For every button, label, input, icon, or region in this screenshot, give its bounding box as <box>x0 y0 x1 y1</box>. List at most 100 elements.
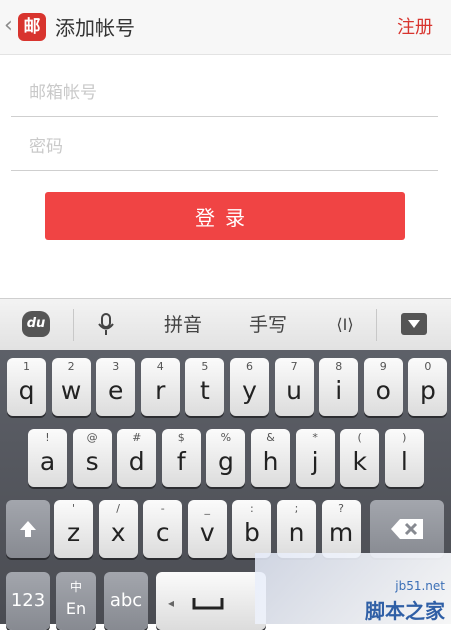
key-primary-label: y <box>242 376 257 405</box>
key-secondary-label: & <box>266 431 275 444</box>
key-secondary-label: 3 <box>112 360 120 373</box>
key-secondary-label: @ <box>86 431 98 444</box>
key-c[interactable]: -c <box>143 500 183 558</box>
key-v[interactable]: _ v <box>187 500 227 558</box>
key-g[interactable]: % g <box>206 429 246 487</box>
key-x[interactable]: / x <box>98 500 138 558</box>
key-z[interactable]: ' z <box>54 500 93 558</box>
key-primary-label: p <box>419 376 436 405</box>
key-primary-label: e <box>107 376 124 405</box>
register-link[interactable]: 注册 <box>397 14 433 42</box>
key-primary-label: b <box>243 518 260 547</box>
key-u[interactable]: 7u <box>274 358 314 416</box>
key-primary-label: w <box>60 376 82 405</box>
key-primary-label: f <box>176 447 186 476</box>
numbers-key[interactable]: 123 <box>6 572 50 630</box>
lang-chinese-label: 中 <box>69 580 82 594</box>
key-secondary-label: # <box>132 431 142 444</box>
email-input[interactable] <box>11 70 438 116</box>
abc-key[interactable]: abc <box>104 572 148 630</box>
key-secondary-label: 0 <box>424 360 432 373</box>
key-t[interactable]: 5t <box>185 358 225 416</box>
back-icon[interactable]: ‹ <box>4 13 13 39</box>
key-secondary-label: 5 <box>201 360 209 373</box>
space-key[interactable]: ◂ <box>156 572 266 630</box>
key-secondary-label: : <box>250 502 254 515</box>
key-s[interactable]: @ s <box>72 429 112 487</box>
key-primary-label: h <box>262 447 279 476</box>
key-o[interactable]: 9o <box>363 358 403 416</box>
key-a[interactable]: ! a <box>28 429 67 487</box>
key-primary-label: o <box>375 376 391 405</box>
key-secondary-label: - <box>160 502 165 515</box>
key-m[interactable]: ? m <box>321 500 361 558</box>
watermark-site-name: 脚本之家 <box>365 599 445 623</box>
key-k[interactable]: (k <box>340 429 380 487</box>
toolbar-divider <box>73 309 74 341</box>
backspace-key[interactable] <box>370 500 444 558</box>
key-secondary-label: % <box>220 431 232 444</box>
password-field-wrapper <box>11 124 438 171</box>
key-f[interactable]: $ f <box>161 429 201 487</box>
shift-key[interactable] <box>6 500 50 558</box>
key-i[interactable]: 8i <box>319 358 359 416</box>
key-secondary-label: 7 <box>290 360 298 373</box>
key-primary-label: q <box>18 376 35 405</box>
key-w[interactable]: 2w <box>51 358 91 416</box>
key-h[interactable]: & h <box>251 429 290 487</box>
key-secondary-label: ; <box>294 502 299 515</box>
space-bar-icon <box>192 598 224 610</box>
key-r[interactable]: 4r <box>140 358 180 416</box>
microphone-icon[interactable] <box>97 313 115 337</box>
email-field-wrapper <box>11 70 438 117</box>
password-input[interactable] <box>11 124 438 170</box>
watermark-url: jb51.net <box>395 579 445 593</box>
key-secondary-label: $ <box>177 431 185 444</box>
key-primary-label: n <box>288 518 305 547</box>
key-secondary-label: 4 <box>156 360 164 373</box>
key-secondary-label: ' <box>71 502 76 515</box>
key-primary-label: g <box>217 447 234 476</box>
title-bar: ‹ 邮 添加帐号 注册 <box>0 0 451 55</box>
key-j[interactable]: * j <box>295 429 335 487</box>
key-secondary-label: 1 <box>23 360 30 373</box>
baidu-input-logo-icon[interactable]: du <box>22 311 50 337</box>
key-secondary-label: ( <box>357 431 362 444</box>
keyboard-toolbar: du 拼音 手写 ⟨I⟩ <box>0 298 451 350</box>
key-q[interactable]: 1q <box>7 358 46 416</box>
shift-arrow-icon <box>20 521 36 537</box>
handwrite-mode-button[interactable]: 手写 <box>240 299 296 351</box>
login-button[interactable]: 登录 <box>45 192 405 240</box>
key-primary-label: v <box>199 518 215 547</box>
key-primary-label: t <box>199 376 210 405</box>
key-primary-label: a <box>39 447 56 476</box>
key-n[interactable]: ; n <box>277 500 316 558</box>
key-d[interactable]: # d <box>117 429 157 487</box>
cursor-move-icon[interactable]: ⟨I⟩ <box>325 299 365 351</box>
key-secondary-label: 9 <box>379 360 387 373</box>
hide-keyboard-icon[interactable] <box>401 313 427 335</box>
key-b[interactable]: :b <box>232 500 272 558</box>
key-primary-label: u <box>286 376 303 405</box>
key-secondary-label: ? <box>338 502 345 515</box>
language-switch-key[interactable]: 中 En <box>56 572 96 630</box>
key-secondary-label: * <box>312 431 318 444</box>
lang-english-label: En <box>65 599 87 618</box>
backspace-icon <box>391 519 423 539</box>
key-p[interactable]: 0p <box>408 358 448 416</box>
key-primary-label: j <box>311 447 319 476</box>
key-secondary-label: 6 <box>246 360 253 373</box>
key-primary-label: k <box>352 447 367 476</box>
key-primary-label: x <box>110 518 126 547</box>
key-secondary-label: / <box>116 502 120 515</box>
key-primary-label: c <box>155 518 170 547</box>
key-primary-label: r <box>155 376 166 405</box>
key-primary-label: m <box>328 518 354 547</box>
key-secondary-label: ) <box>402 431 407 444</box>
key-l[interactable]: ) l <box>384 429 424 487</box>
key-secondary-label: ! <box>45 431 50 444</box>
key-e[interactable]: 3e <box>96 358 136 416</box>
key-y[interactable]: 6y <box>230 358 269 416</box>
key-primary-label: l <box>400 447 408 476</box>
pinyin-mode-button[interactable]: 拼音 <box>155 299 211 351</box>
